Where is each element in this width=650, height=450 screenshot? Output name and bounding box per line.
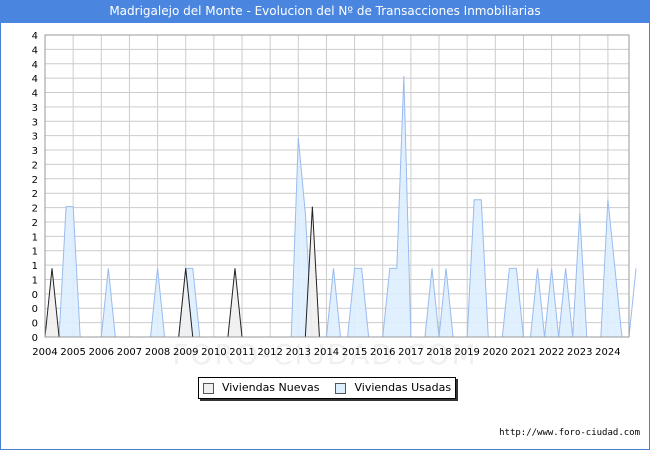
x-tick-label: 2019 bbox=[454, 347, 479, 358]
x-tick-label: 2020 bbox=[483, 347, 508, 358]
x-tick-label: 2007 bbox=[117, 347, 142, 358]
legend-label-usadas: Viviendas Usadas bbox=[354, 381, 452, 394]
x-tick-label: 2005 bbox=[60, 347, 85, 358]
y-tick-label: 4 bbox=[32, 31, 38, 42]
x-tick-label: 2012 bbox=[257, 347, 282, 358]
y-tick-label: 1 bbox=[32, 232, 38, 243]
x-axis-labels: 2004 2005 2006 2007 2008 2009 2010 2011 2012 2013… bbox=[32, 347, 620, 358]
y-tick-label: 3 bbox=[32, 103, 38, 114]
y-tick-label: 2 bbox=[32, 204, 38, 215]
y-tick-label: 4 bbox=[32, 89, 38, 100]
x-tick-label: 2022 bbox=[539, 347, 564, 358]
x-tick-label: 2009 bbox=[173, 347, 198, 358]
y-tick-label: 2 bbox=[32, 175, 38, 186]
source-url: http://www.foro-ciudad.com bbox=[499, 428, 640, 438]
x-tick-label: 2006 bbox=[89, 347, 114, 358]
x-tick-label: 2014 bbox=[314, 347, 339, 358]
x-tick-label: 2013 bbox=[286, 347, 311, 358]
x-tick-label: 2021 bbox=[511, 347, 536, 358]
x-tick-label: 2008 bbox=[145, 347, 170, 358]
y-tick-label: 3 bbox=[32, 132, 38, 143]
y-tick-label: 4 bbox=[32, 45, 38, 56]
legend: Viviendas Nuevas Viviendas Usadas bbox=[198, 377, 456, 399]
x-tick-label: 2024 bbox=[595, 347, 620, 358]
legend-item-nuevas: Viviendas Nuevas bbox=[202, 378, 320, 398]
y-tick-label: 4 bbox=[32, 74, 38, 85]
y-tick-label: 2 bbox=[32, 160, 38, 171]
y-tick-label: 0 bbox=[32, 333, 38, 344]
y-tick-label: 4 bbox=[32, 60, 38, 71]
x-tick-label: 2011 bbox=[229, 347, 254, 358]
x-tick-label: 2015 bbox=[342, 347, 367, 358]
x-tick-label: 2018 bbox=[426, 347, 451, 358]
y-tick-label: 1 bbox=[32, 247, 38, 258]
y-tick-label: 3 bbox=[32, 117, 38, 128]
legend-swatch-nuevas bbox=[202, 382, 214, 394]
y-tick-label: 1 bbox=[32, 275, 38, 286]
y-tick-label: 0 bbox=[32, 319, 38, 330]
x-tick-label: 2010 bbox=[201, 347, 226, 358]
plot-area bbox=[45, 35, 629, 337]
y-tick-label: 2 bbox=[32, 218, 38, 229]
x-tick-label: 2017 bbox=[398, 347, 423, 358]
legend-swatch-usadas bbox=[335, 382, 347, 394]
legend-item-usadas: Viviendas Usadas bbox=[335, 378, 451, 398]
y-axis-labels: 0 0 0 0 1 1 1 1 2 2 2 2 2 3 3 3 3 4 4 4 4 4 bbox=[32, 31, 38, 344]
y-tick-label: 3 bbox=[32, 146, 38, 157]
grid-lines bbox=[44, 34, 629, 338]
y-tick-label: 0 bbox=[32, 304, 38, 315]
y-tick-label: 0 bbox=[32, 290, 38, 301]
y-tick-label: 2 bbox=[32, 189, 38, 200]
legend-label-nuevas: Viviendas Nuevas bbox=[221, 381, 320, 394]
x-tick-label: 2004 bbox=[32, 347, 57, 358]
x-tick-label: 2016 bbox=[370, 347, 395, 358]
x-tick-label: 2023 bbox=[567, 347, 592, 358]
y-tick-label: 1 bbox=[32, 261, 38, 272]
